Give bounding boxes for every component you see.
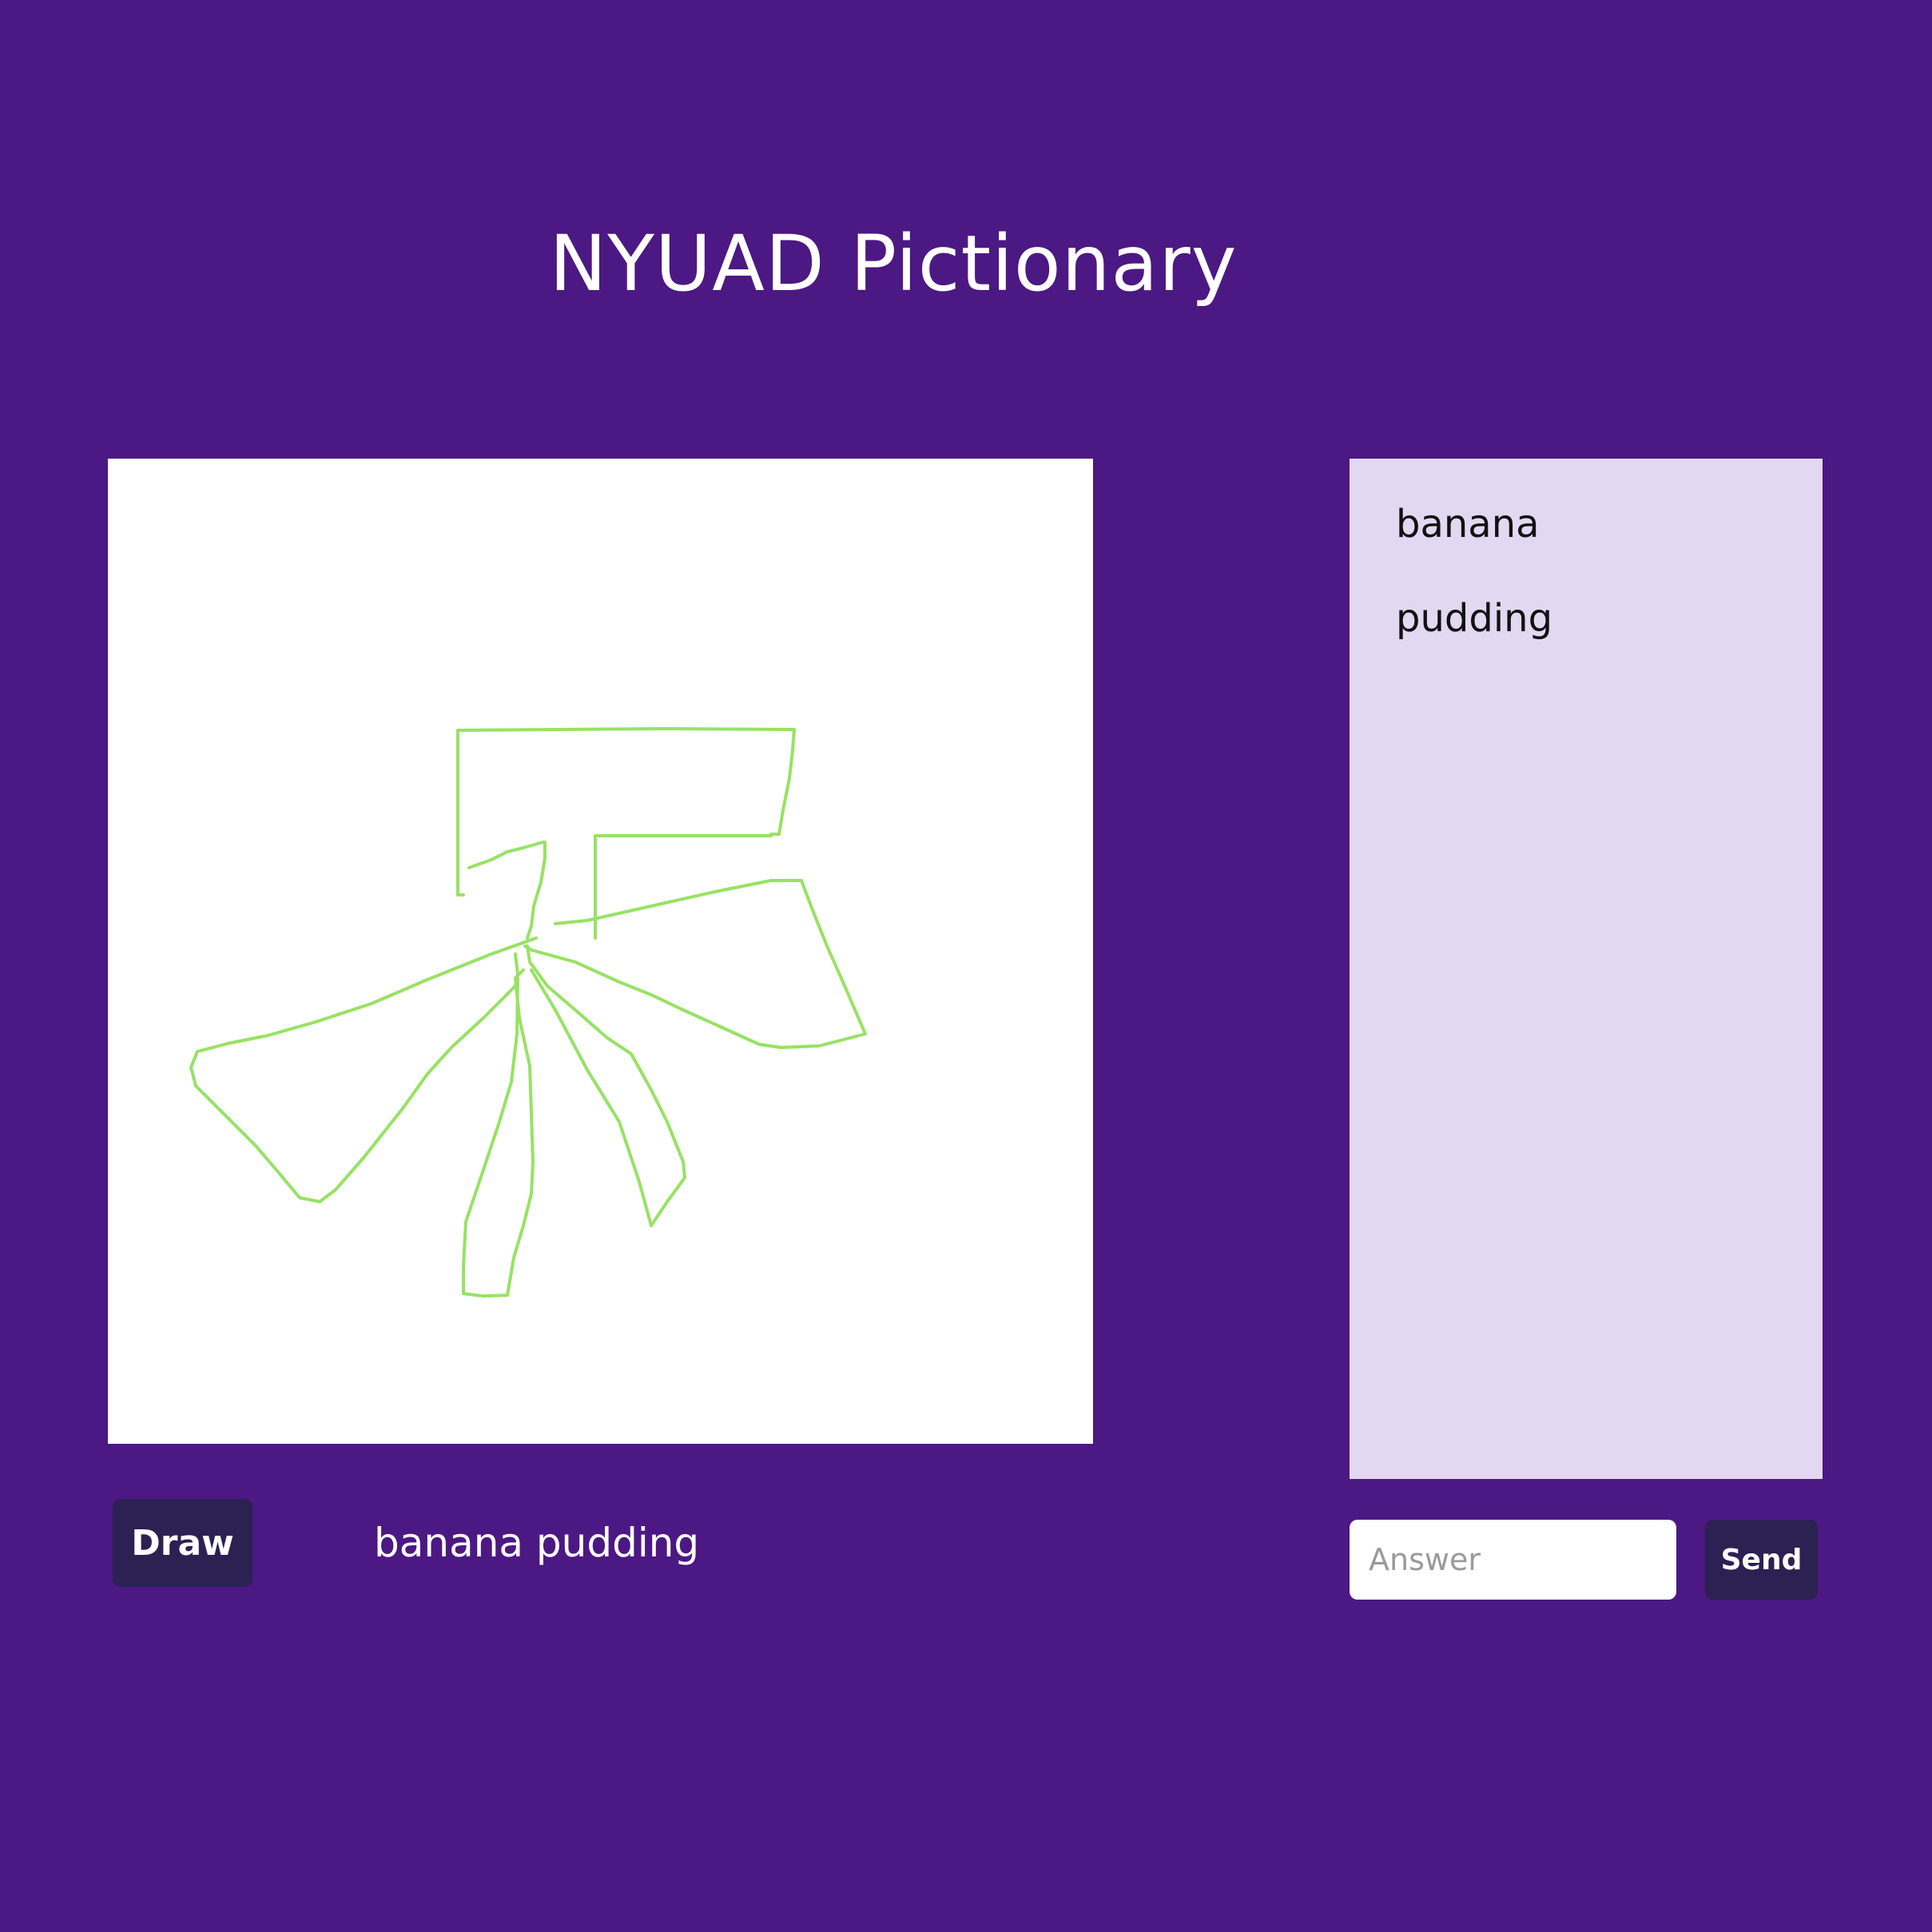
guess-item: pudding <box>1396 596 1553 641</box>
drawing-stroke <box>462 968 535 1298</box>
drawing-stroke <box>523 879 867 1049</box>
drawing-stroke <box>456 727 796 940</box>
guess-list: banana pudding <box>1350 459 1823 1479</box>
drawing-stroke <box>526 944 686 1227</box>
app-root: NYUAD Pictionary Draw banana pudding ban… <box>0 0 1932 1932</box>
send-button[interactable]: Send <box>1705 1520 1818 1600</box>
drawing-stroke <box>467 841 547 940</box>
current-word: banana pudding <box>374 1520 700 1566</box>
answer-input[interactable] <box>1350 1520 1676 1600</box>
page-title: NYUAD Pictionary <box>549 219 1238 308</box>
drawing-canvas[interactable] <box>108 459 1093 1444</box>
drawing-strokes <box>189 727 867 1298</box>
guess-item: banana <box>1396 502 1540 547</box>
draw-button[interactable]: Draw <box>113 1499 252 1587</box>
